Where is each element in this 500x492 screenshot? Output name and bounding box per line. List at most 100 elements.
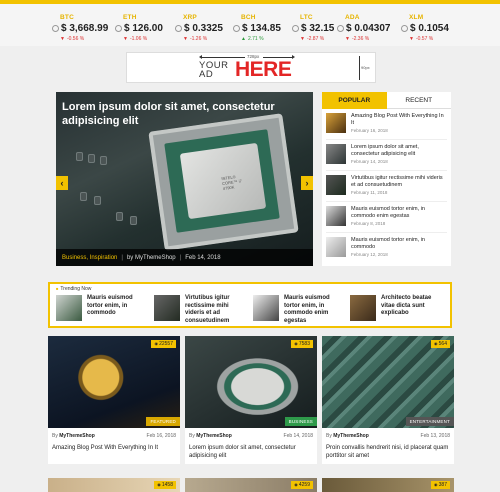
post-card[interactable]: 4259 — [185, 478, 317, 492]
height-marker — [359, 56, 360, 80]
ticker-price: $ 126.00 — [124, 23, 163, 34]
coin-icon — [233, 25, 240, 32]
post-author: MyThemeShop — [59, 433, 95, 439]
trending-item[interactable]: Mauris euismod tortor enim, in commodo e… — [253, 295, 346, 325]
post-date: Feb 13, 2018 — [420, 433, 450, 439]
hero-date: Feb 14, 2018 — [185, 254, 221, 261]
post-thumbnail — [154, 295, 180, 321]
post-card[interactable]: 7583 BUSINESS By MyThemeShopFeb 14, 2018… — [185, 336, 317, 464]
category-badge[interactable]: FEATURED — [146, 417, 180, 426]
hero-title[interactable]: Lorem ipsum dolor sit amet, consectetur … — [62, 100, 307, 128]
post-thumbnail — [326, 237, 346, 257]
coin-icon — [401, 25, 408, 32]
prev-slide-button[interactable]: ‹ — [56, 176, 68, 190]
post-date: February 11, 2018 — [351, 190, 388, 195]
post-card[interactable]: 22557 FEATURED By MyThemeShopFeb 16, 201… — [48, 336, 180, 464]
coin-icon — [175, 25, 182, 32]
trending-title: Architecto beatae vitae dicta sunt expli… — [381, 295, 432, 316]
trending-title: Virtutibus igitur rectissime mihi videri… — [185, 295, 230, 324]
list-item[interactable]: Lorem ipsum dolor sit amet, consectetur … — [326, 140, 447, 171]
capacitor — [88, 154, 95, 163]
post-date: February 16, 2018 — [351, 128, 388, 133]
ad-your-text: YOUR AD — [199, 60, 229, 80]
tab-popular[interactable]: POPULAR — [322, 92, 387, 109]
trending-title: Mauris euismod tortor enim, in commodo e… — [284, 295, 330, 324]
capacitor — [80, 192, 87, 201]
post-card[interactable]: 387 — [322, 478, 454, 492]
ticker-item[interactable]: ADA $ 0.04307 ▼ -2.36 % — [337, 14, 399, 42]
capacitor — [76, 152, 83, 161]
post-date: February 8, 2018 — [351, 221, 386, 226]
post-title: Amazing Blog Post With Everything In It — [351, 113, 444, 126]
post-image — [322, 336, 454, 428]
ad-banner[interactable]: 728px YOUR AD HERE 90px — [126, 52, 376, 83]
ticker-price: $ 3,668.99 — [61, 23, 109, 34]
trending-item[interactable]: Mauris euismod tortor enim, in commodo — [56, 295, 149, 321]
category-badge[interactable]: BUSINESS — [284, 417, 317, 426]
post-title[interactable]: Lorem ipsum dolor sit amet, consectetur … — [189, 444, 313, 460]
hero-author[interactable]: by MyThemeShop — [127, 255, 176, 261]
post-author: MyThemeShop — [333, 433, 369, 439]
post-date: February 14, 2018 — [351, 159, 388, 164]
ticker-item[interactable]: BCH $ 134.85 ▲ 2.71 % — [233, 14, 295, 42]
post-thumbnail — [350, 295, 376, 321]
post-date: Feb 16, 2018 — [146, 433, 176, 439]
ticker-price: $ 134.85 — [242, 23, 281, 34]
views-badge: 387 — [431, 481, 450, 489]
ticker-price: $ 32.15 — [301, 23, 335, 34]
trending-item[interactable]: Virtutibus igitur rectissime mihi videri… — [154, 295, 247, 325]
ticker-symbol: BCH — [241, 14, 256, 21]
down-arrow-icon: ▼ — [123, 36, 128, 42]
ad-height-label: 90px — [361, 65, 370, 70]
ticker-item[interactable]: XRP $ 0.3325 ▼ -1.26 % — [175, 14, 237, 42]
capacitor — [100, 156, 107, 165]
post-title: Lorem ipsum dolor sit amet, consectetur … — [351, 144, 419, 157]
post-image — [48, 336, 180, 428]
post-title: Mauris euismod tortor enim, in commodo — [351, 237, 425, 250]
post-title: Virtutibus igitur rectissime mihi videri… — [351, 175, 443, 188]
up-arrow-icon: ▲ — [241, 36, 246, 42]
list-item[interactable]: Mauris euismod tortor enim, in commodo Fe… — [326, 233, 447, 264]
post-meta: By MyThemeShop Feb 14, 2018 — [189, 433, 313, 439]
coin-icon — [115, 25, 122, 32]
tab-recent[interactable]: RECENT — [386, 92, 451, 109]
ticker-change: -2.36 % — [351, 36, 370, 42]
post-author: MyThemeShop — [196, 433, 232, 439]
next-slide-button[interactable]: › — [301, 176, 313, 190]
ticker-change: -0.56 % — [66, 36, 85, 42]
coin-icon — [292, 25, 299, 32]
list-item[interactable]: Virtutibus igitur rectissime mihi videri… — [326, 171, 447, 202]
ticker-item[interactable]: BTC $ 3,668.99 ▼ -0.56 % — [52, 14, 114, 42]
ticker-symbol: XLM — [409, 14, 424, 21]
hero-categories[interactable]: Business, Inspiration — [62, 255, 117, 261]
post-title[interactable]: Proin convallis hendrerit nisi, id place… — [326, 444, 450, 460]
ticker-change: -0.57 % — [415, 36, 434, 42]
category-badge[interactable]: ENTERTAINMENT — [405, 417, 454, 426]
ticker-change: -2.87 % — [306, 36, 325, 42]
post-card[interactable]: 1458 — [48, 478, 180, 492]
post-title[interactable]: Amazing Blog Post With Everything In It — [52, 444, 176, 452]
post-thumbnail — [56, 295, 82, 321]
post-thumbnail — [253, 295, 279, 321]
trending-item[interactable]: Architecto beatae vitae dicta sunt expli… — [350, 295, 443, 321]
ticker-change: 2.71 % — [247, 36, 264, 42]
ticker-symbol: XRP — [183, 14, 197, 21]
ticker-symbol: ADA — [345, 14, 360, 21]
list-item[interactable]: Mauris euismod tortor enim, in commodo e… — [326, 202, 447, 233]
post-card[interactable]: 564 ENTERTAINMENT By MyThemeShopFeb 13, … — [322, 336, 454, 464]
post-date: Feb 14, 2018 — [283, 433, 313, 439]
coin-icon — [337, 25, 344, 32]
list-item[interactable]: Amazing Blog Post With Everything In It F… — [326, 109, 447, 140]
capacitor — [116, 212, 123, 221]
chevron-left-icon: ‹ — [60, 178, 64, 188]
capacitor — [94, 196, 101, 205]
hero-meta: Business, Inspiration | by MyThemeShop |… — [56, 249, 313, 266]
ticker-item[interactable]: XLM $ 0.1054 ▼ -0.57 % — [401, 14, 463, 42]
ticker-symbol: BTC — [60, 14, 74, 21]
ticker-item[interactable]: ETH $ 126.00 ▼ -1.06 % — [115, 14, 177, 42]
hero-slider[interactable]: INTEL® CORE™ i7 4790K Lorem ipsum dolor … — [56, 92, 313, 266]
trending-title: Mauris euismod tortor enim, in commodo — [87, 295, 133, 316]
down-arrow-icon: ▼ — [345, 36, 350, 42]
post-meta: By MyThemeShop Feb 16, 2018 — [52, 433, 176, 439]
trending-now: Trending Now Mauris euismod tortor enim,… — [48, 282, 452, 328]
